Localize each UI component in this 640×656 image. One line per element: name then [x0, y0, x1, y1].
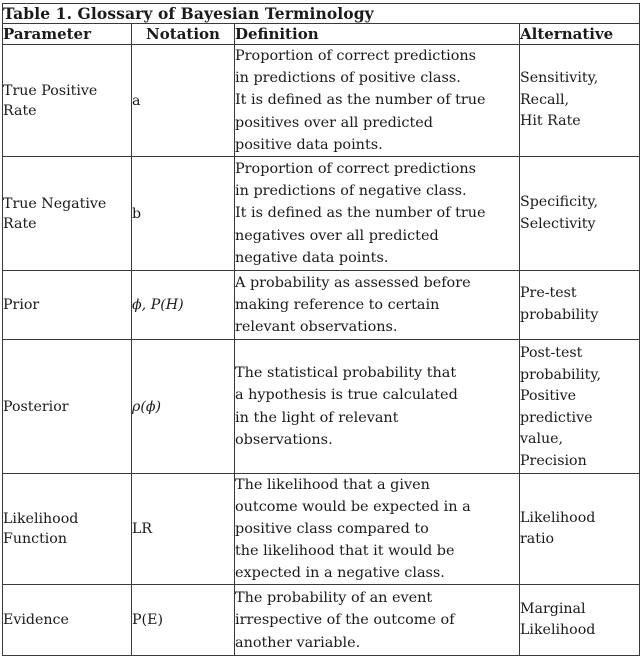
column-header-parameter: Parameter	[2, 23, 132, 45]
notation-symbol-posterior: ρ(ϕ)	[132, 398, 162, 415]
cell-parameter: Likelihood Function	[2, 472, 132, 586]
table-row: True Negative Rate b Proportion of corre…	[2, 156, 640, 271]
cell-alternative: Pre-test probability	[518, 270, 640, 340]
cell-definition: The likelihood that a given outcome woul…	[234, 472, 520, 586]
table-row: Evidence P(E) The probability of an even…	[2, 584, 640, 656]
column-header-definition: Definition	[234, 23, 520, 45]
cell-alternative: Likelihood ratio	[518, 472, 640, 586]
cell-parameter: True Negative Rate	[2, 156, 132, 271]
cell-alternative: Sensitivity, Recall, Hit Rate	[518, 44, 640, 157]
cell-parameter: True Positive Rate	[2, 44, 132, 157]
cell-definition: A probability as assessed before making …	[234, 270, 520, 340]
cell-notation: b	[131, 156, 235, 271]
cell-notation: ρ(ϕ)	[131, 339, 235, 474]
cell-alternative: Post-test probability, Positive predicti…	[518, 339, 640, 474]
cell-parameter: Prior	[2, 270, 132, 340]
table-row: True Positive Rate a Proportion of corre…	[2, 44, 640, 157]
cell-definition: The statistical probability that a hypot…	[234, 339, 520, 474]
table-row: Posterior ρ(ϕ) The statistical probabili…	[2, 339, 640, 474]
cell-alternative: Marginal Likelihood	[518, 584, 640, 656]
column-header-alternative: Alternative	[518, 23, 640, 45]
cell-notation: P(E)	[131, 584, 235, 656]
table-title-row: Table 1. Glossary of Bayesian Terminolog…	[1, 3, 640, 24]
cell-notation: ϕ, P(H)	[131, 270, 235, 340]
cell-definition: Proportion of correct predictions in pre…	[234, 44, 520, 157]
cell-parameter: Posterior	[2, 339, 132, 474]
table-caption: Table 1. Glossary of Bayesian Terminolog…	[1, 3, 640, 24]
table-row: Likelihood Function LR The likelihood th…	[2, 472, 640, 586]
cell-notation: LR	[131, 472, 235, 586]
table-row: Prior ϕ, P(H) A probability as assessed …	[2, 270, 640, 340]
column-header-notation: Notation	[131, 23, 235, 45]
cell-parameter: Evidence	[2, 584, 132, 656]
glossary-table: Table 1. Glossary of Bayesian Terminolog…	[1, 3, 640, 656]
cell-definition: The probability of an event irrespective…	[234, 584, 520, 656]
notation-symbol-prior: ϕ, P(H)	[132, 297, 184, 313]
cell-definition: Proportion of correct predictions in pre…	[234, 156, 520, 271]
cell-notation: a	[131, 44, 235, 157]
cell-alternative: Specificity, Selectivity	[518, 156, 640, 271]
table-header-row: Parameter Notation Definition Alternativ…	[2, 23, 640, 45]
glossary-table-container: Table 1. Glossary of Bayesian Terminolog…	[0, 0, 640, 656]
